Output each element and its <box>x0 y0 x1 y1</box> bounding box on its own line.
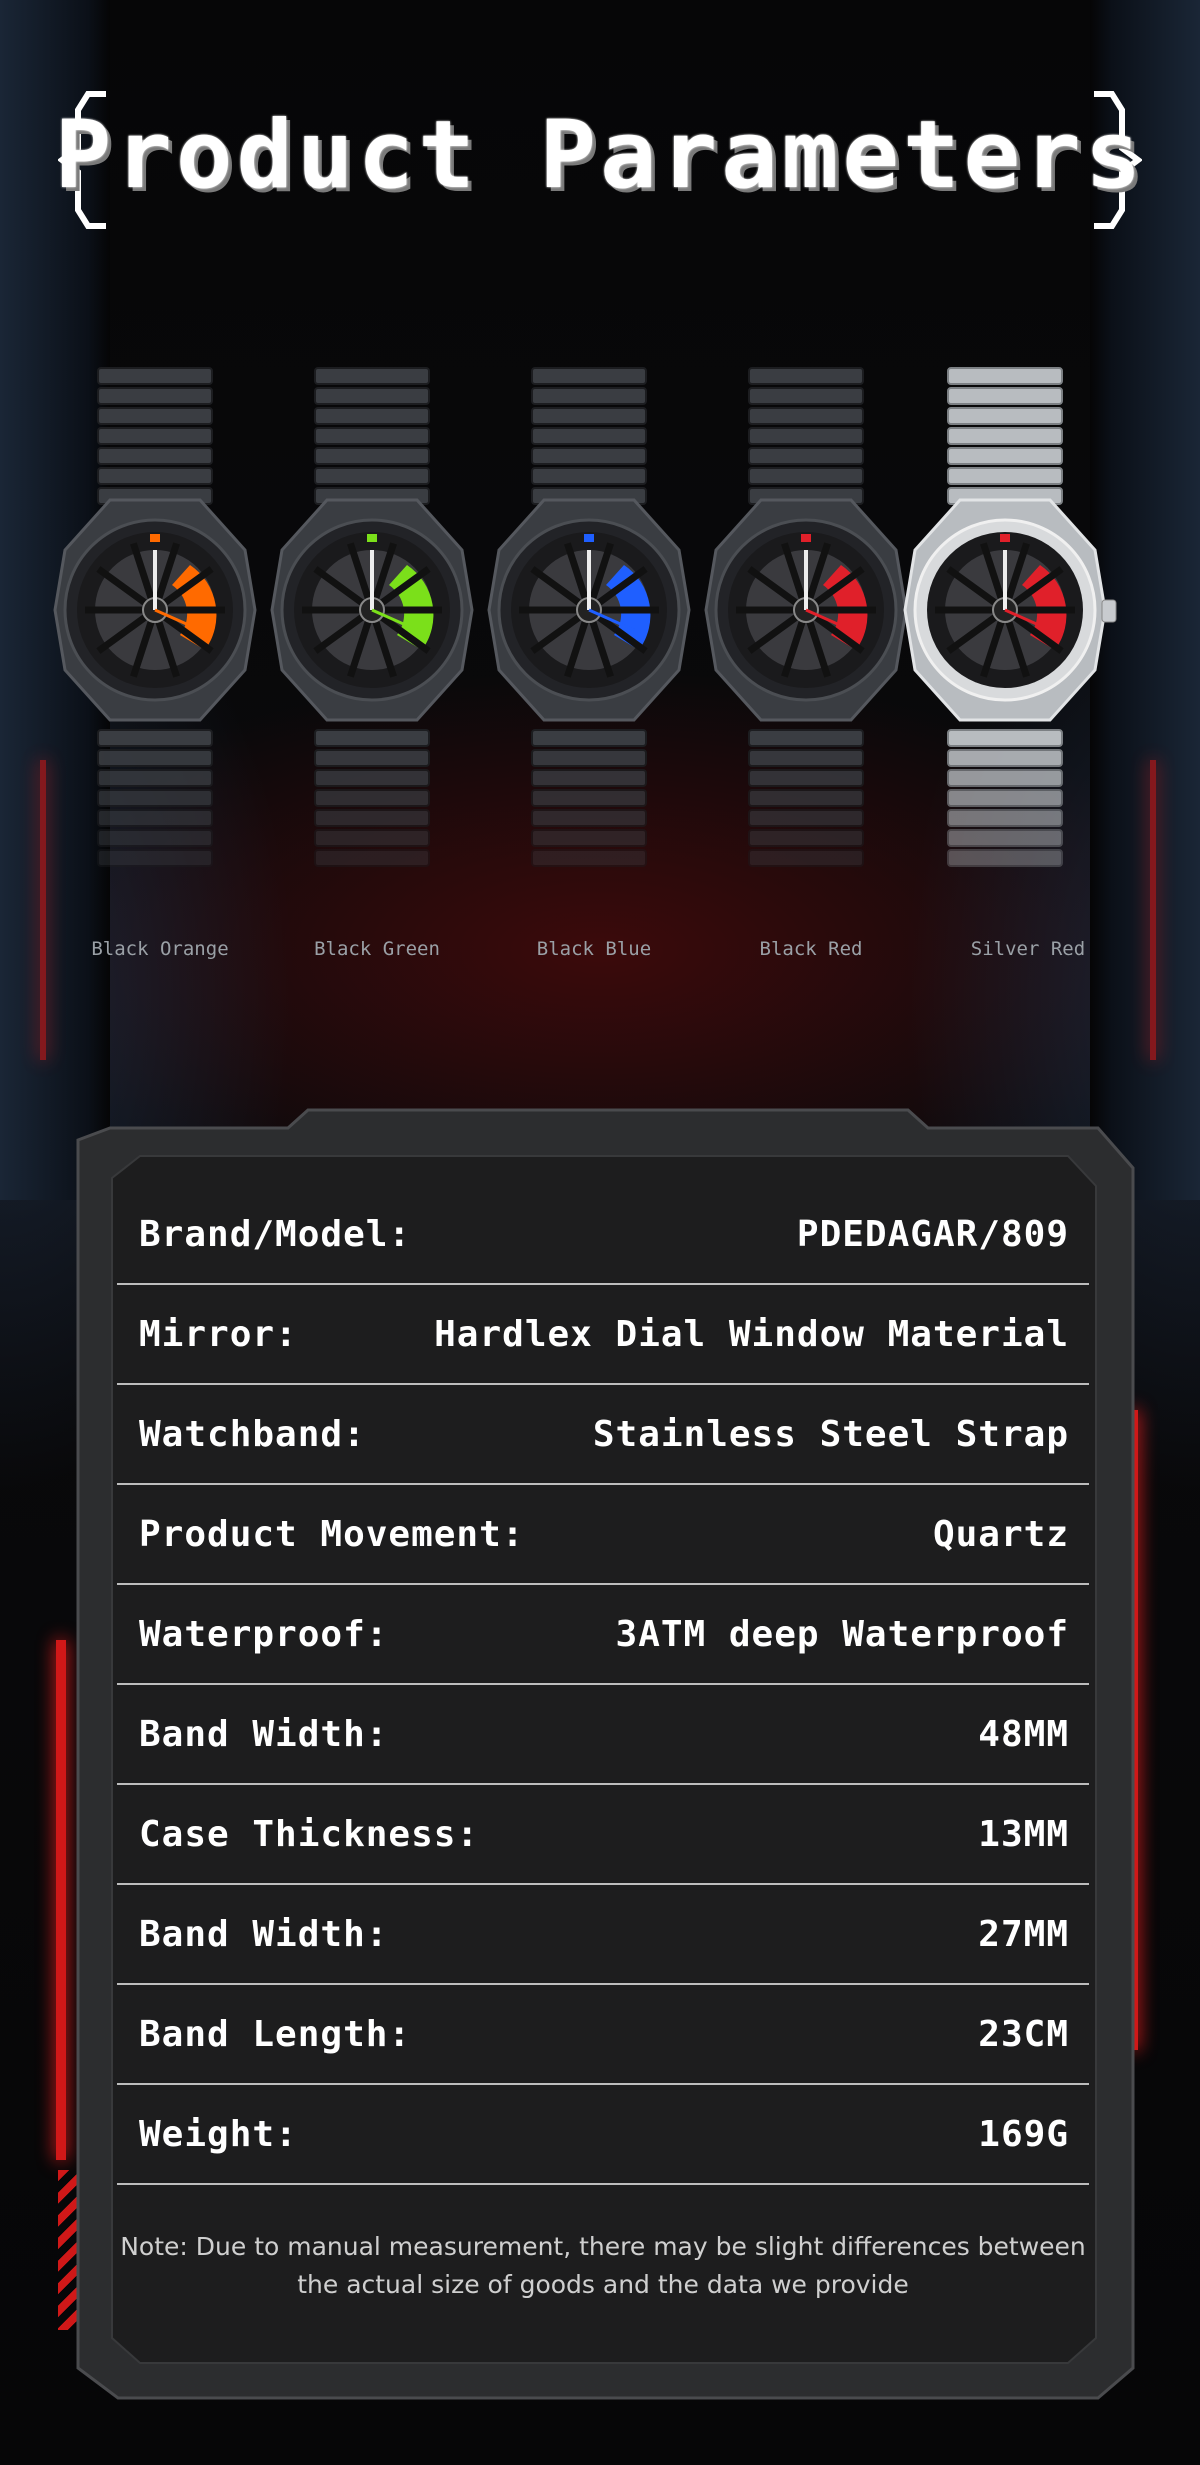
watch-label-black-orange: Black Orange <box>91 938 229 960</box>
watch-lineup <box>0 360 1200 940</box>
spec-row-case-thickness: Case Thickness: 13MM <box>117 1785 1089 1885</box>
spec-value: 13MM <box>978 1813 1069 1855</box>
spec-row-weight: Weight: 169G <box>117 2085 1089 2185</box>
spec-table: Brand/Model: PDEDAGAR/809 Mirror: Hardlex … <box>117 1185 1089 2185</box>
spec-value: Quartz <box>932 1513 1069 1555</box>
spec-row-band-length: Band Length: 23CM <box>117 1985 1089 2085</box>
spec-key: Band Width: <box>139 1913 389 1955</box>
watch-image <box>890 360 1120 880</box>
spec-value: 48MM <box>978 1713 1069 1755</box>
spec-value: Hardlex Dial Window Material <box>434 1313 1069 1355</box>
spec-value: 23CM <box>978 2013 1069 2055</box>
spec-key: Band Length: <box>139 2013 412 2055</box>
spec-value: 27MM <box>978 1913 1069 1955</box>
watch-label-black-red: Black Red <box>759 938 863 960</box>
spec-key: Brand/Model: <box>139 1213 412 1255</box>
spec-row-band-width-2: Band Width: 27MM <box>117 1885 1089 1985</box>
spec-value: 3ATM deep Waterproof <box>615 1613 1069 1655</box>
watch-image <box>257 360 487 880</box>
spec-row-movement: Product Movement: Quartz <box>117 1485 1089 1585</box>
watch-label-black-blue: Black Blue <box>536 938 652 960</box>
spec-row-watchband: Watchband: Stainless Steel Strap <box>117 1385 1089 1485</box>
spec-key: Case Thickness: <box>139 1813 480 1855</box>
spec-key: Band Width: <box>139 1713 389 1755</box>
spec-row-brand-model: Brand/Model: PDEDAGAR/809 <box>117 1185 1089 1285</box>
watch-image <box>691 360 921 880</box>
spec-key: Product Movement: <box>139 1513 525 1555</box>
spec-key: Waterproof: <box>139 1613 389 1655</box>
spec-value: Stainless Steel Strap <box>592 1413 1069 1455</box>
watch-label-black-green: Black Green <box>314 938 440 960</box>
spec-key: Mirror: <box>139 1313 298 1355</box>
spec-row-mirror: Mirror: Hardlex Dial Window Material <box>117 1285 1089 1385</box>
spec-key: Watchband: <box>139 1413 366 1455</box>
watch-image <box>474 360 704 880</box>
spec-row-waterproof: Waterproof: 3ATM deep Waterproof <box>117 1585 1089 1685</box>
spec-row-band-width: Band Width: 48MM <box>117 1685 1089 1785</box>
watch-label-silver-red: Silver Red <box>970 938 1086 960</box>
spec-key: Weight: <box>139 2113 298 2155</box>
spec-value: 169G <box>978 2113 1069 2155</box>
watch-image <box>40 360 270 880</box>
page-title: Product Parameters <box>54 100 1146 210</box>
measurement-note: Note: Due to manual measurement, there m… <box>120 2232 1086 2299</box>
spec-value: PDEDAGAR/809 <box>796 1213 1069 1255</box>
